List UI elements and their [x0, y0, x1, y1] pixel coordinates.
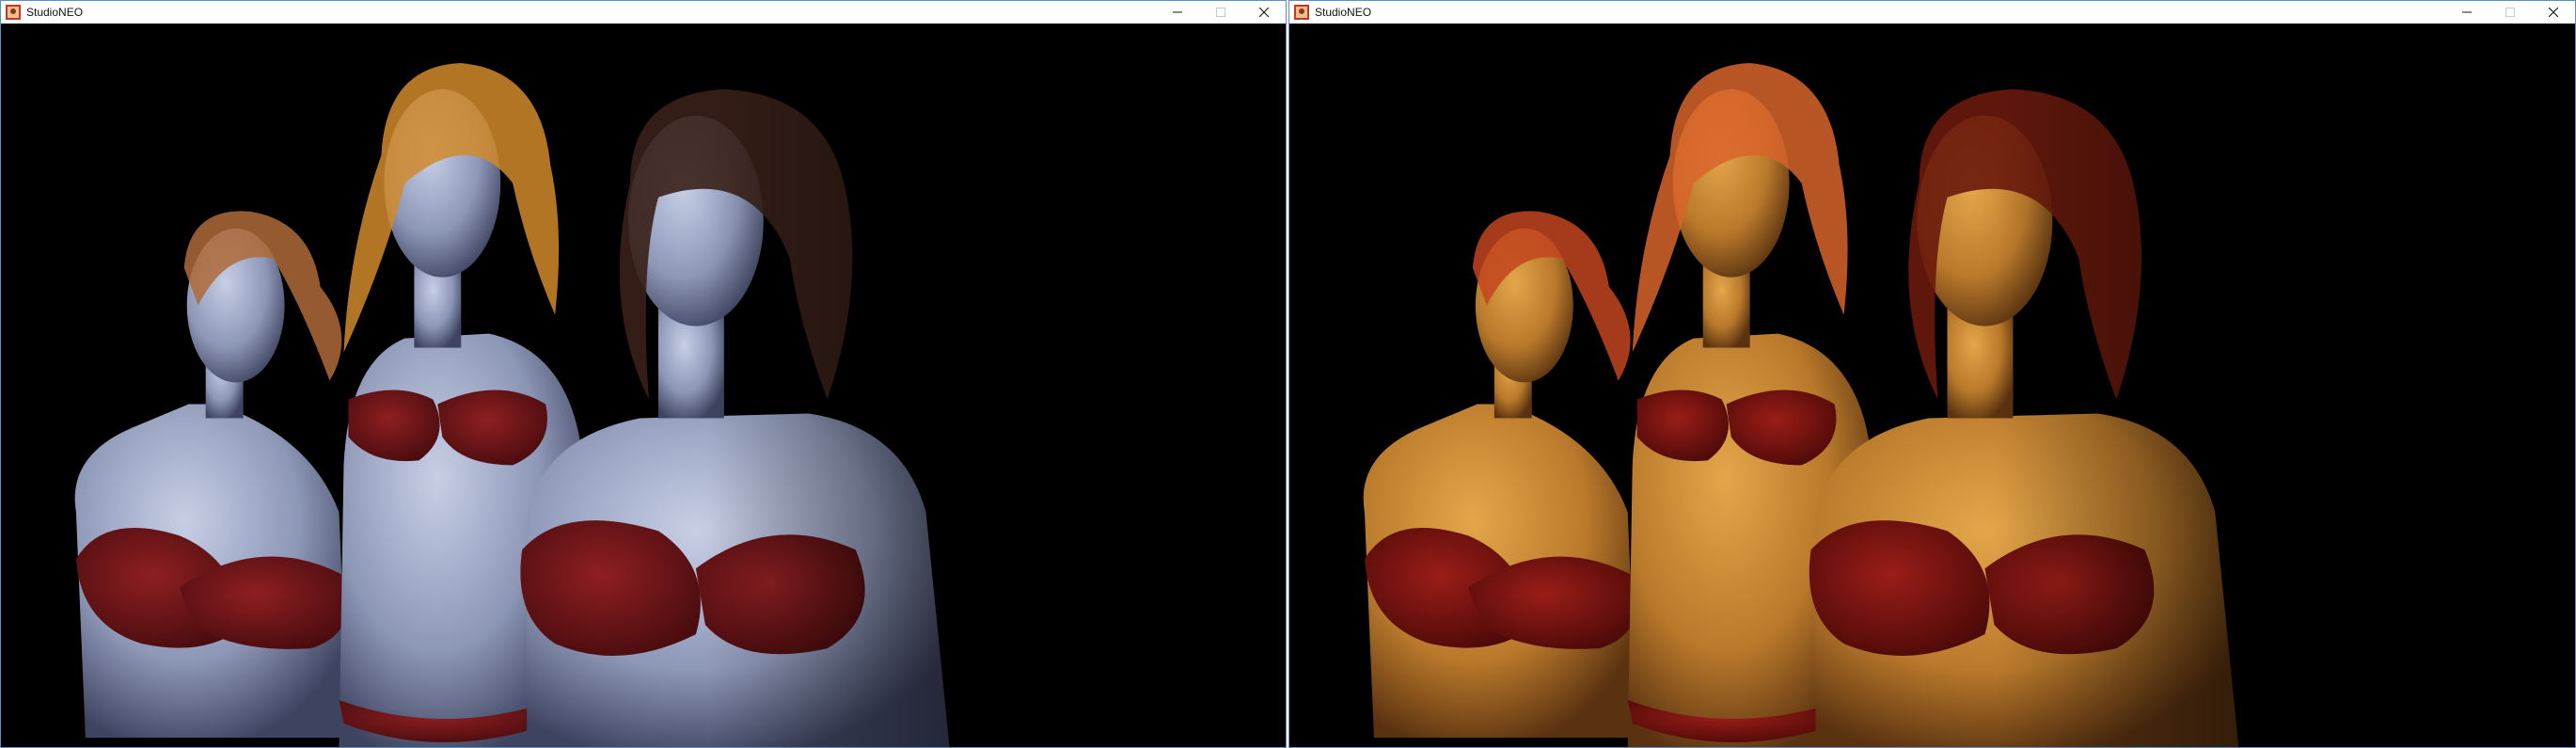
studioneo-window-right[interactable]: StudioNEO	[1288, 0, 2576, 748]
close-icon	[1259, 8, 1269, 17]
title-bar[interactable]: StudioNEO	[1, 1, 1286, 24]
render-scene	[1289, 24, 2575, 747]
close-button[interactable]	[1242, 1, 1286, 24]
minimize-button[interactable]	[1156, 1, 1199, 24]
3d-viewport[interactable]	[1, 24, 1286, 747]
studioneo-window-left[interactable]: StudioNEO	[0, 0, 1287, 748]
window-title: StudioNEO	[26, 6, 84, 19]
shadow-vignette	[1, 24, 1286, 747]
studioneo-app-icon	[6, 5, 21, 20]
title-bar[interactable]: StudioNEO	[1289, 1, 2575, 24]
maximize-icon	[2505, 8, 2515, 17]
render-scene	[1, 24, 1286, 747]
shadow-vignette	[1289, 24, 2575, 747]
maximize-icon	[1216, 8, 1225, 17]
minimize-icon	[1173, 11, 1182, 13]
close-button[interactable]	[2532, 1, 2575, 24]
studioneo-app-icon	[1294, 5, 1309, 20]
maximize-button[interactable]	[2489, 1, 2532, 24]
minimize-button[interactable]	[2445, 1, 2489, 24]
close-icon	[2549, 8, 2558, 17]
window-title: StudioNEO	[1315, 6, 1372, 19]
3d-viewport[interactable]	[1289, 24, 2575, 747]
minimize-icon	[2462, 11, 2472, 13]
maximize-button[interactable]	[1199, 1, 1242, 24]
